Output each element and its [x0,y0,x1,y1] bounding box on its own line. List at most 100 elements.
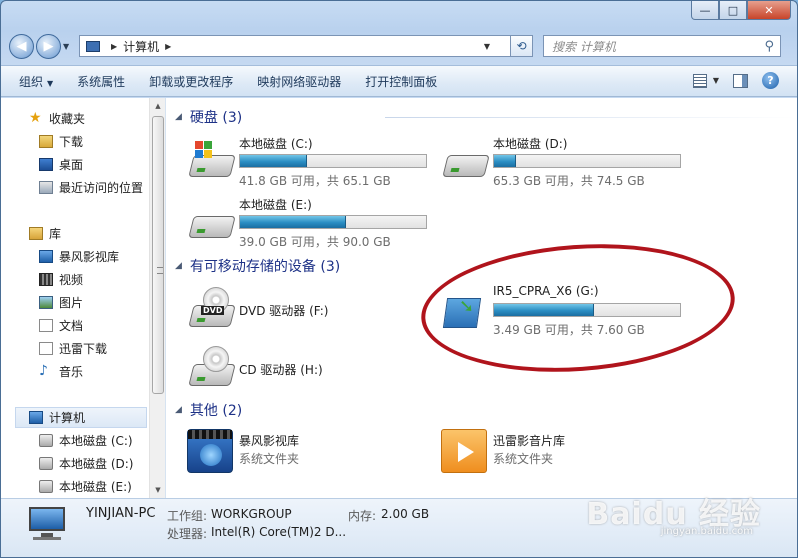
close-button[interactable]: ✕ [747,1,791,20]
windows-logo-icon [195,141,213,159]
music-icon: ♪ [39,362,48,379]
drive-name: 本地磁盘 (E:) [239,198,312,212]
search-icon[interactable]: ⚲ [764,39,774,54]
sidebar-item-music[interactable]: ♪ 音乐 [39,361,83,381]
sidebar-item-label: 迅雷下载 [59,341,108,356]
sidebar-item-libraries[interactable]: 库 [29,223,61,243]
sidebar-item-label: 视频 [59,272,84,287]
group-divider [385,117,795,118]
minimize-button[interactable]: — [691,1,719,20]
sidebar-item-label: 音乐 [59,364,84,379]
search-input[interactable]: 搜索 计算机 ⚲ [543,35,781,57]
baofeng-library-icon [187,429,233,473]
organize-label: 组织 [19,74,44,89]
sidebar-item-documents[interactable]: 文档 [39,315,83,335]
drive-name: DVD 驱动器 (F:) [239,304,329,318]
workgroup-label: 工作组: [167,509,208,523]
uninstall-program-button[interactable]: 卸载或更改程序 [149,73,233,90]
scroll-up-icon[interactable]: ▲ [150,98,165,114]
pc-name: YINJIAN-PC [86,506,156,521]
sidebar-item-computer[interactable]: 计算机 [29,407,85,427]
breadcrumb-computer[interactable]: 计算机 [123,38,159,55]
dvd-label-icon: DVD [201,306,225,315]
sidebar-item-downloads[interactable]: 下载 [39,131,83,151]
folder-xunlei[interactable]: 迅雷影音片库 系统文件夹 [441,429,681,483]
explorer-window: — □ ✕ ◀ ▶ ▼ ▶ 计算机 ▶ ▼ ⟲ 搜索 计算机 ⚲ 组织 ▼ 系统属… [0,0,798,558]
chevron-down-icon: ▼ [47,78,54,88]
back-button[interactable]: ◀ [9,33,34,59]
caption-buttons: — □ ✕ [691,1,791,20]
group-header-hdd[interactable]: ◢ 硬盘 (3) [175,107,795,127]
drive-c[interactable]: 本地磁盘 (C:) 41.8 GB 可用，共 65.1 GB [187,135,437,193]
drive-name: 本地磁盘 (C:) [239,137,313,151]
sidebar-item-favorites[interactable]: ★ 收藏夹 [29,108,85,128]
system-properties-button[interactable]: 系统属性 [77,73,125,90]
toolbar-right: ▼ ? [692,72,779,89]
sidebar-item-label: 下载 [59,134,84,149]
folder-baofeng[interactable]: 暴风影视库 系统文件夹 [187,429,427,483]
drive-e[interactable]: 本地磁盘 (E:) 39.0 GB 可用，共 90.0 GB [187,196,437,254]
computer-icon [86,40,100,52]
organize-button[interactable]: 组织 ▼ [19,73,53,90]
usage-fill [240,216,347,228]
drive-dvd-f[interactable]: DVD DVD 驱动器 (F:) [187,285,437,343]
recent-pages-dropdown[interactable]: ▼ [63,42,75,51]
sidebar-item-drive-d[interactable]: 本地磁盘 (D:) [39,453,133,473]
video-icon [39,272,53,286]
download-folder-icon [39,134,53,148]
breadcrumb-arrow-icon[interactable]: ▶ [111,42,117,51]
sidebar-item-pictures[interactable]: 图片 [39,292,83,312]
group-header-removable[interactable]: ◢ 有可移动存储的设备 (3) [175,256,340,276]
scroll-down-icon[interactable]: ▼ [150,482,165,498]
recent-places-icon [39,180,53,194]
change-view-icon[interactable] [692,73,707,88]
sidebar-item-label: 暴风影视库 [59,249,120,264]
drive-d[interactable]: 本地磁盘 (D:) 65.3 GB 可用，共 74.5 GB [441,135,691,193]
sidebar-item-xunlei[interactable]: 迅雷下载 [39,338,107,358]
view-dropdown-icon[interactable]: ▼ [713,76,719,85]
sidebar-item-label: 本地磁盘 (C:) [59,433,133,448]
libraries-icon [29,226,43,240]
collapse-icon[interactable]: ◢ [175,112,182,122]
sidebar-item-videos[interactable]: 视频 [39,269,83,289]
sidebar-item-label: 计算机 [49,410,86,425]
memory-label: 内存: [348,509,377,523]
folder-name: 迅雷影音片库 [493,434,566,448]
breadcrumb-arrow-icon[interactable]: ▶ [165,42,171,51]
help-icon[interactable]: ? [762,72,779,89]
computer-icon [25,505,69,541]
sidebar-item-baofeng[interactable]: 暴风影视库 [39,246,119,266]
group-header-other[interactable]: ◢ 其他 (2) [175,400,242,420]
memory-value: 2.00 GB [381,507,430,521]
navigation-pane: ★ 收藏夹 下载 桌面 最近访问的位置 库 暴风影视库 视频 图片 文档 迅雷下… [1,98,166,498]
preview-pane-icon[interactable] [733,73,748,88]
usage-bar [493,154,681,168]
nav-scrollbar[interactable]: ▲ ▼ [149,98,165,498]
baidu-watermark-url: jingyan.baidu.com [660,526,753,537]
maximize-button[interactable]: □ [719,1,747,20]
address-dropdown-icon[interactable]: ▼ [484,42,490,51]
sidebar-item-label: 收藏夹 [49,111,86,126]
open-control-panel-button[interactable]: 打开控制面板 [365,73,437,90]
sidebar-item-label: 本地磁盘 (E:) [59,479,132,494]
usage-bar [239,154,427,168]
folder-type: 系统文件夹 [239,452,300,466]
sidebar-item-desktop[interactable]: 桌面 [39,154,83,174]
drive-cd-h[interactable]: CD 驱动器 (H:) [187,344,437,402]
address-bar[interactable]: ▶ 计算机 ▶ ▼ [79,35,511,57]
refresh-button[interactable]: ⟲ [511,35,533,57]
xunlei-download-icon [39,341,53,355]
forward-button[interactable]: ▶ [36,33,61,59]
command-bar: 组织 ▼ 系统属性 卸载或更改程序 映射网络驱动器 打开控制面板 ▼ ? [1,65,797,97]
collapse-icon[interactable]: ◢ [175,405,182,415]
documents-icon [39,318,53,332]
scroll-thumb[interactable] [152,116,164,394]
collapse-icon[interactable]: ◢ [175,261,182,271]
map-network-drive-button[interactable]: 映射网络驱动器 [257,73,341,90]
sidebar-item-label: 图片 [59,295,84,310]
search-placeholder: 搜索 计算机 [552,39,616,54]
sidebar-item-drive-e[interactable]: 本地磁盘 (E:) [39,476,132,496]
desktop-icon [39,157,53,171]
sidebar-item-recent[interactable]: 最近访问的位置 [39,177,143,197]
sidebar-item-drive-c[interactable]: 本地磁盘 (C:) [39,430,133,450]
